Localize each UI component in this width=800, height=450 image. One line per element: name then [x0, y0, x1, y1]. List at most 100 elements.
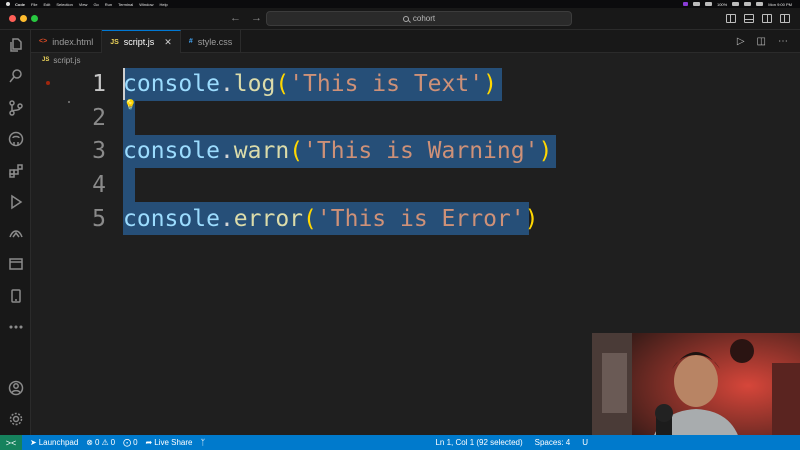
menu-edit[interactable]: Edit — [43, 2, 50, 7]
token-object: console — [123, 206, 220, 232]
menu-help[interactable]: Help — [159, 2, 167, 7]
branch-icon: ᛉ — [200, 438, 206, 447]
source-control-icon[interactable] — [7, 99, 24, 116]
breadcrumb-file[interactable]: script.js — [53, 56, 80, 65]
control-center-icon[interactable] — [756, 2, 764, 6]
tab-index-html[interactable]: <> index.html — [31, 30, 103, 53]
tab-label: script.js — [123, 37, 155, 47]
lightbulb-icon[interactable]: 💡 — [124, 100, 136, 111]
close-tab-icon[interactable]: ✕ — [164, 37, 172, 48]
back-arrow-icon[interactable]: ← — [230, 12, 241, 24]
live-share-label: Live Share — [154, 438, 193, 447]
ports-item[interactable]: ⨀ 0 — [123, 438, 137, 447]
ports-icon: ⨀ — [123, 438, 132, 447]
tab-style-css[interactable]: # style.css — [181, 30, 242, 53]
recording-icon[interactable] — [682, 2, 688, 6]
github-icon[interactable] — [7, 130, 24, 147]
search-icon — [402, 15, 409, 22]
window-controls — [9, 15, 38, 22]
battery-percent: 100% — [716, 1, 728, 7]
forward-arrow-icon[interactable]: → — [251, 12, 262, 24]
encoding[interactable]: U — [582, 438, 588, 447]
token-dot: . — [219, 138, 234, 164]
run-file-icon[interactable]: ▷ — [737, 36, 745, 47]
activity-bar — [0, 30, 31, 435]
status-icon[interactable] — [704, 2, 712, 6]
breakpoint-icon[interactable] — [46, 81, 50, 85]
explorer-icon[interactable] — [7, 36, 24, 53]
token-paren: ) — [483, 71, 497, 97]
menu-file[interactable]: File — [31, 2, 37, 7]
editor-actions: ▷ ◫ ⋯ — [737, 30, 800, 52]
token-function: warn — [233, 138, 290, 164]
status-bar: >< ➤ Launchpad ⊗ 0 ⚠ 0 ⨀ 0 ➦ Live Share … — [0, 435, 800, 450]
remote-explorer-icon[interactable] — [7, 224, 24, 241]
apple-icon[interactable] — [6, 2, 10, 6]
menu-terminal[interactable]: Terminal — [118, 2, 133, 7]
line-number: 5 — [92, 206, 106, 232]
breadcrumb: JS script.js — [31, 53, 800, 67]
extensions-icon[interactable] — [7, 162, 24, 179]
live-share-icon: ➦ — [145, 438, 153, 447]
more-actions-icon[interactable]: ⋯ — [778, 36, 788, 47]
command-center-search[interactable]: cohort — [266, 11, 572, 26]
css-file-icon: # — [188, 38, 193, 45]
battery-icon[interactable] — [732, 2, 740, 6]
indentation[interactable]: Spaces: 4 — [535, 438, 571, 447]
line-number: 1 — [92, 71, 106, 97]
minimize-window-button[interactable] — [20, 15, 27, 22]
token-paren: ( — [275, 71, 290, 97]
menu-window[interactable]: Window — [139, 2, 153, 7]
ports-count: 0 — [133, 438, 138, 447]
vscode-window: Code File Edit Selection View Go Run Ter… — [0, 0, 800, 450]
warning-count: 0 — [110, 438, 116, 447]
tab-script-js[interactable]: JS script.js ✕ — [102, 30, 181, 53]
wifi-icon[interactable] — [744, 2, 752, 6]
branch-item[interactable]: ᛉ — [200, 438, 205, 447]
js-file-icon: JS — [42, 57, 50, 63]
toggle-panel-icon[interactable] — [744, 14, 754, 23]
search-icon[interactable] — [7, 67, 24, 84]
token-dot: . — [219, 206, 234, 232]
menu-selection[interactable]: Selection — [56, 2, 72, 7]
code-line: console.warn('This is Warning') — [123, 134, 552, 168]
selection-highlight — [123, 168, 135, 202]
live-share-item[interactable]: ➦ Live Share — [146, 438, 193, 447]
more-icon[interactable] — [7, 318, 24, 335]
problems-item[interactable]: ⊗ 0 ⚠ 0 — [86, 438, 115, 447]
split-editor-icon[interactable]: ◫ — [757, 36, 766, 47]
rocket-icon: ➤ — [30, 438, 37, 447]
tab-label: style.css — [197, 36, 233, 47]
run-debug-icon[interactable] — [7, 193, 24, 210]
token-function: log — [233, 71, 276, 97]
text-cursor — [123, 68, 125, 100]
webcam-overlay — [592, 333, 800, 450]
remote-indicator[interactable]: >< — [0, 435, 22, 450]
device-icon[interactable] — [7, 287, 24, 304]
status-icon[interactable] — [692, 2, 700, 6]
cursor-position[interactable]: Ln 1, Col 1 (92 selected) — [435, 438, 522, 447]
close-window-button[interactable] — [9, 15, 16, 22]
js-file-icon: JS — [110, 38, 119, 46]
launchpad-item[interactable]: ➤ Launchpad — [30, 438, 78, 447]
settings-gear-icon[interactable] — [7, 410, 24, 427]
remote-window-icon[interactable] — [7, 255, 24, 272]
menu-go[interactable]: Go — [93, 2, 98, 7]
menu-view[interactable]: View — [79, 2, 88, 7]
token-string: 'This is Error' — [316, 206, 525, 232]
tab-label: index.html — [52, 36, 94, 47]
account-icon[interactable] — [7, 379, 24, 396]
customize-layout-icon[interactable] — [780, 14, 790, 23]
clock[interactable]: Mon 9:00 PM — [768, 2, 792, 7]
menu-app-name[interactable]: Code — [15, 2, 25, 7]
toggle-secondary-sidebar-icon[interactable] — [762, 14, 772, 23]
token-function: error — [233, 206, 304, 232]
toggle-primary-sidebar-icon[interactable] — [726, 14, 736, 23]
token-paren: ) — [538, 138, 553, 164]
menubar-status-area: 100% Mon 9:00 PM — [682, 1, 792, 7]
webcam-image — [592, 333, 800, 450]
token-paren: ( — [289, 138, 304, 164]
line-number: 4 — [92, 172, 106, 198]
zoom-window-button[interactable] — [31, 15, 38, 22]
menu-run[interactable]: Run — [105, 2, 112, 7]
